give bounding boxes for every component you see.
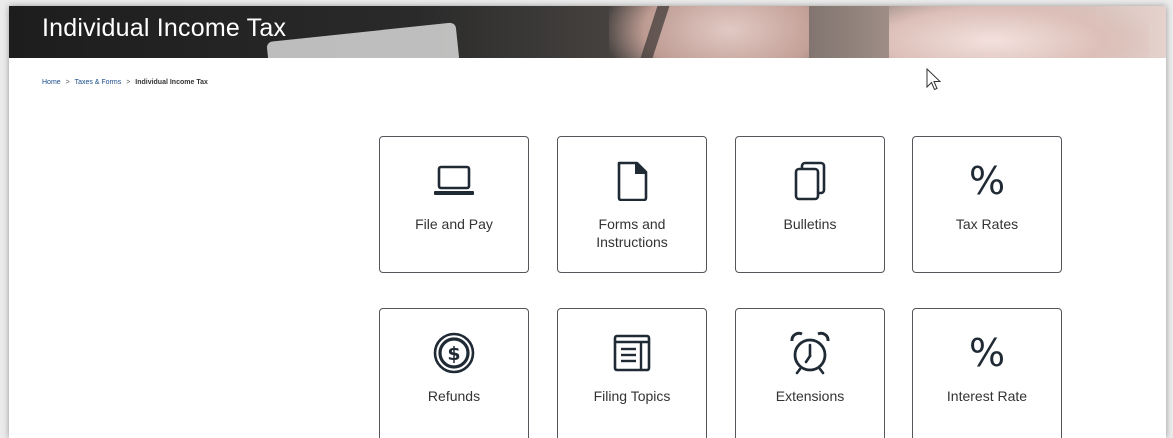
page-title: Individual Income Tax: [42, 14, 287, 42]
tile-label: Extensions: [775, 388, 845, 404]
alarm-clock-icon: [788, 331, 832, 375]
hero-banner: Individual Income Tax: [9, 6, 1166, 58]
dollar-coin-icon: $: [432, 332, 476, 374]
hero-image-hand: [609, 6, 809, 58]
tile-file-and-pay[interactable]: File and Pay: [379, 136, 529, 273]
tile-label: Interest Rate: [946, 388, 1028, 404]
document-icon: [610, 161, 654, 201]
breadcrumb-taxes-forms-link[interactable]: Taxes & Forms: [75, 79, 122, 86]
breadcrumb-home-link[interactable]: Home: [42, 79, 61, 86]
tile-label: File and Pay: [415, 216, 493, 232]
hero-image-laptop: [266, 22, 462, 58]
tile-label: Tax Rates: [955, 216, 1019, 232]
tile-tax-rates[interactable]: % Tax Rates: [912, 136, 1062, 273]
newspaper-icon: [610, 333, 654, 373]
tile-label: Bulletins: [783, 216, 837, 232]
percent-icon: %: [968, 331, 1006, 375]
laptop-icon: [432, 161, 476, 201]
breadcrumb-separator: >: [126, 79, 131, 86]
tile-interest-rate[interactable]: % Interest Rate: [912, 308, 1062, 438]
tile-label: Filing Topics: [593, 388, 671, 404]
tile-label: Refunds: [427, 388, 481, 404]
tile-filing-topics[interactable]: Filing Topics: [557, 308, 707, 438]
breadcrumb-current: Individual Income Tax: [135, 79, 208, 86]
tile-refunds[interactable]: $ Refunds: [379, 308, 529, 438]
tile-forms-and-instructions[interactable]: Forms and Instructions: [557, 136, 707, 273]
tile-bulletins[interactable]: Bulletins: [735, 136, 885, 273]
svg-text:$: $: [447, 343, 460, 365]
breadcrumb-separator: >: [65, 79, 70, 86]
page-frame: Individual Income Tax Home > Taxes & For…: [9, 6, 1166, 438]
hero-image-person: [889, 6, 1149, 58]
stacked-documents-icon: [788, 161, 832, 201]
mouse-cursor-icon: [926, 68, 942, 91]
tile-extensions[interactable]: Extensions: [735, 308, 885, 438]
breadcrumb: Home > Taxes & Forms > Individual Income…: [42, 79, 208, 86]
tile-label: Forms and Instructions: [596, 216, 668, 250]
percent-icon: %: [968, 159, 1006, 203]
